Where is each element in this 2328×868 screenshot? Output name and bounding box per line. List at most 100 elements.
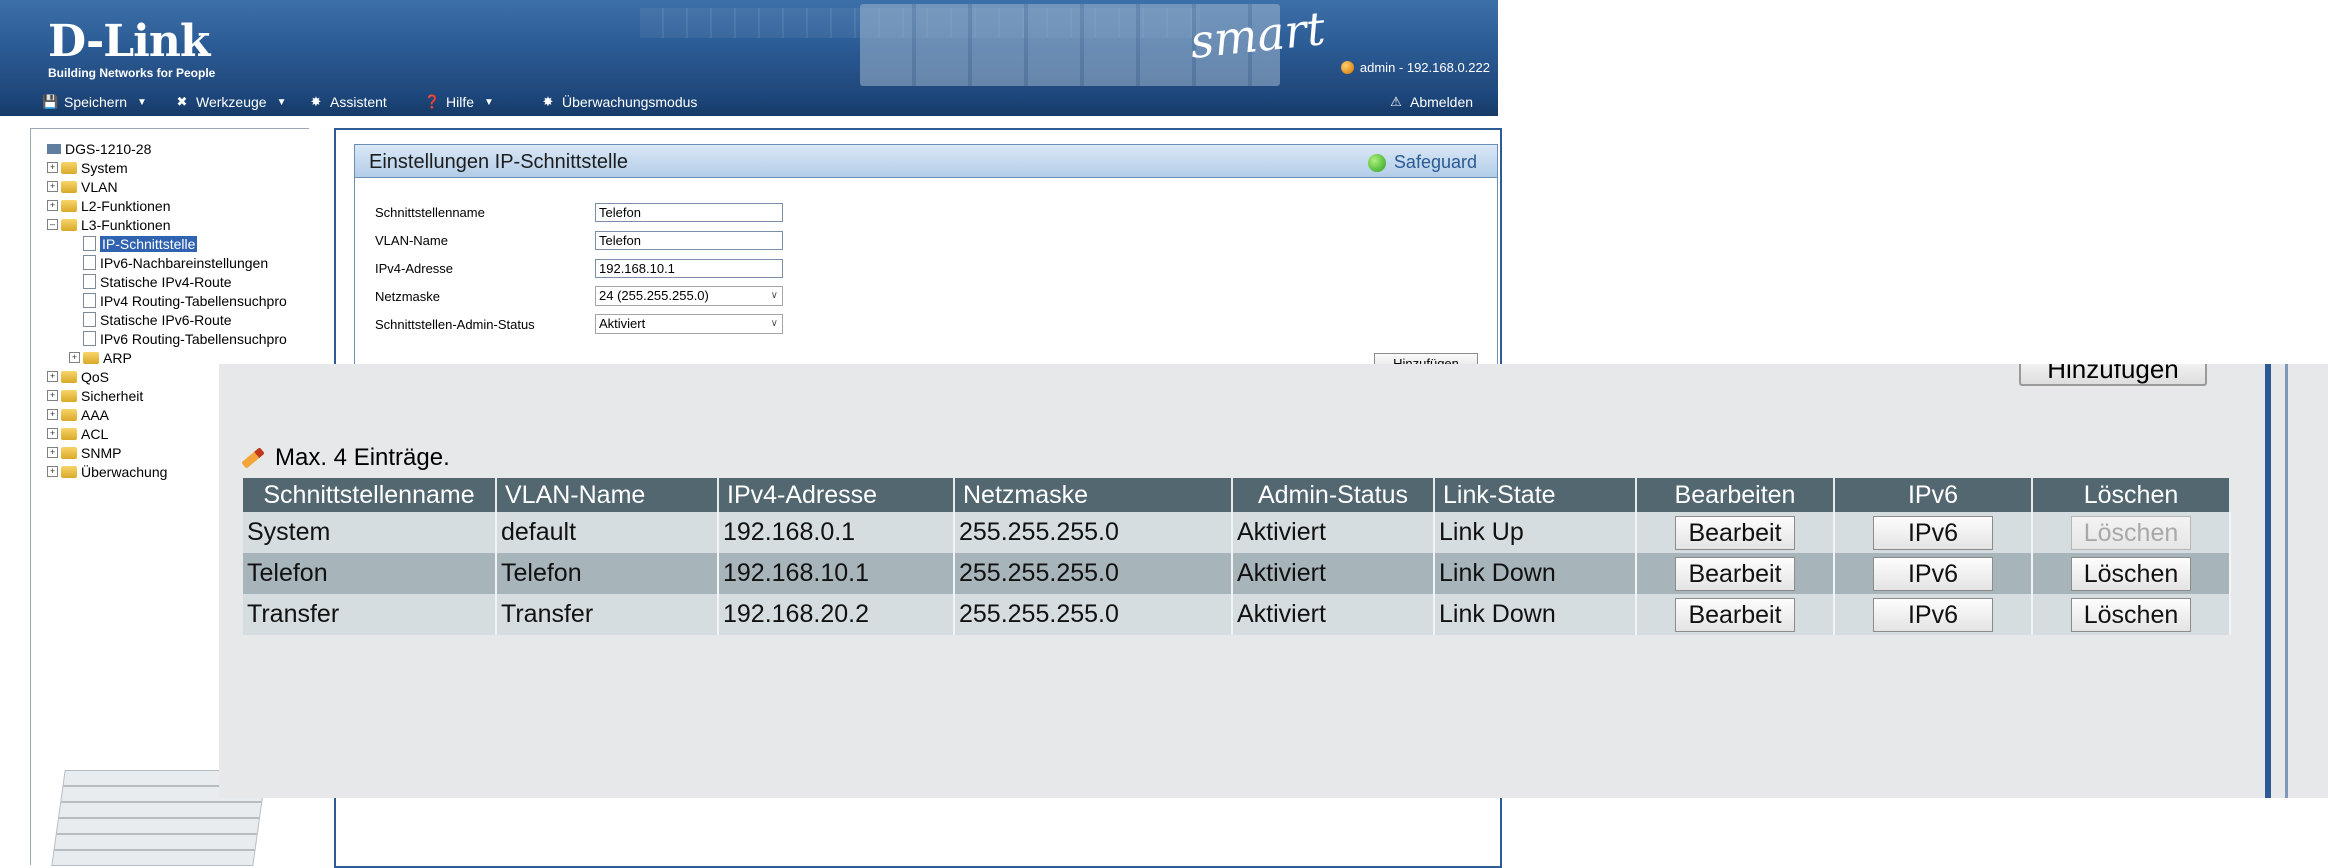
tree-item-aaa[interactable]: + AAA <box>47 405 109 424</box>
panel-header: Einstellungen IP-Schnittstelle Safeguard <box>355 145 1497 178</box>
col-header-ifname: Schnittstellenname <box>243 478 497 512</box>
chevron-down-icon: ▼ <box>137 96 147 108</box>
tree-item-vlan[interactable]: + VLAN <box>47 177 118 196</box>
col-header-delete: Löschen <box>2032 478 2231 512</box>
ipv6-button[interactable]: IPv6 <box>1873 597 1993 632</box>
netmask-select[interactable]: 24 (255.255.255.0) ∨ <box>595 286 783 306</box>
safeguard-label: Safeguard <box>1393 152 1477 172</box>
edit-button[interactable]: Bearbeit <box>1675 556 1795 591</box>
pencil-icon <box>241 447 265 469</box>
tree-item-snmp[interactable]: + SNMP <box>47 443 121 462</box>
folder-icon <box>61 161 77 174</box>
delete-button-disabled: Löschen <box>2071 515 2191 550</box>
tree-item-ipv6-neighbor[interactable]: IPv6-Nachbareinstellungen <box>81 253 268 272</box>
expand-plus-icon: + <box>47 447 58 458</box>
folder-icon <box>61 180 77 193</box>
col-header-edit: Bearbeiten <box>1636 478 1835 512</box>
admin-status-selected-value: Aktiviert <box>599 316 646 331</box>
tree-item-system[interactable]: + System <box>47 158 128 177</box>
field-row-ipv4: IPv4-Adresse <box>375 257 783 279</box>
delete-button[interactable]: Löschen <box>2071 597 2191 632</box>
cell-admin-status: Aktiviert <box>1232 512 1435 553</box>
edit-button[interactable]: Bearbeit <box>1675 597 1795 632</box>
chevron-down-icon: ▼ <box>276 96 287 108</box>
expand-plus-icon: + <box>47 428 58 439</box>
cell-ipv6: IPv6 <box>1834 553 2033 594</box>
tree-item-label: Statische IPv6-Route <box>100 311 232 328</box>
field-row-vlan: VLAN-Name <box>375 229 783 251</box>
admin-status-select[interactable]: Aktiviert ∨ <box>595 314 783 334</box>
ipv6-button[interactable]: IPv6 <box>1873 515 1993 550</box>
menu-logout[interactable]: ⚠ Abmelden <box>1388 94 1473 110</box>
max-entries-note: Max. 4 Einträge. <box>241 444 450 472</box>
menu-surveillance-mode[interactable]: ✸ Überwachungsmodus <box>540 94 698 110</box>
menu-save[interactable]: 💾 Speichern ▼ <box>42 94 147 110</box>
ipv4-address-input[interactable] <box>595 258 783 278</box>
tree-item-l2-functions[interactable]: + L2-Funktionen <box>47 196 171 215</box>
cell-edit: Bearbeit <box>1636 553 1835 594</box>
tree-root-label: DGS-1210-28 <box>65 140 152 157</box>
tree-item-ipv4-routing-lookup[interactable]: IPv4 Routing-Tabellensuchpro <box>81 291 287 310</box>
cell-ipv4: 192.168.10.1 <box>718 553 955 594</box>
cell-ifname: System <box>243 512 497 553</box>
tree-item-acl[interactable]: + ACL <box>47 424 108 443</box>
ifname-input[interactable] <box>595 202 783 222</box>
table-header-row: Schnittstellenname VLAN-Name IPv4-Adress… <box>243 478 2231 512</box>
tree-item-label: QoS <box>81 368 110 385</box>
add-button-zoomed[interactable]: Hinzufügen <box>2019 364 2207 386</box>
tree-item-label: L3-Funktionen <box>81 216 171 233</box>
tree-item-ip-interface[interactable]: IP-Schnittstelle <box>81 234 198 253</box>
tools-icon: ✖ <box>176 94 188 109</box>
safeguard-indicator: Safeguard <box>1367 152 1477 173</box>
page-icon <box>83 331 96 346</box>
tree-item-arp[interactable]: + ARP <box>69 348 132 367</box>
tree-root-device[interactable]: DGS-1210-28 <box>47 139 151 158</box>
col-header-ipv4: IPv4-Adresse <box>718 478 955 512</box>
safeguard-led-icon <box>1367 153 1386 172</box>
edit-button[interactable]: Bearbeit <box>1675 515 1795 550</box>
folder-icon <box>61 199 77 212</box>
menu-logout-label: Abmelden <box>1410 94 1474 110</box>
max-entries-text: Max. 4 Einträge. <box>275 444 450 471</box>
help-icon: ❓ <box>424 94 441 109</box>
cell-ipv4: 192.168.0.1 <box>718 512 955 553</box>
col-header-ipv6: IPv6 <box>1834 478 2033 512</box>
cell-link-state: Link Down <box>1434 553 1637 594</box>
menu-help[interactable]: ❓ Hilfe ▼ <box>424 94 494 110</box>
cell-ipv4: 192.168.20.2 <box>718 594 955 635</box>
menu-wizard-label: Assistent <box>330 94 387 110</box>
cell-delete: Löschen <box>2032 512 2231 553</box>
menu-tools[interactable]: ✖ Werkzeuge ▼ <box>174 94 287 110</box>
tree-item-label: ARP <box>103 349 132 366</box>
cell-link-state: Link Up <box>1434 512 1637 553</box>
ipv6-button[interactable]: IPv6 <box>1873 556 1993 591</box>
tree-item-static-ipv4-route[interactable]: Statische IPv4-Route <box>81 272 232 291</box>
tree-item-static-ipv6-route[interactable]: Statische IPv6-Route <box>81 310 232 329</box>
delete-button[interactable]: Löschen <box>2071 556 2191 591</box>
menu-tools-label: Werkzeuge <box>196 94 267 110</box>
cell-vlan: Transfer <box>496 594 719 635</box>
ipv4-address-label: IPv4-Adresse <box>375 260 454 276</box>
tree-item-label: IPv6-Nachbareinstellungen <box>100 254 269 271</box>
menu-save-label: Speichern <box>64 94 128 110</box>
folder-icon <box>61 389 77 402</box>
tree-item-ipv6-routing-lookup[interactable]: IPv6 Routing-Tabellensuchpro <box>81 329 287 348</box>
cell-edit: Bearbeit <box>1636 512 1835 553</box>
menu-wizard[interactable]: ✸ Assistent <box>308 94 387 110</box>
tree-item-security[interactable]: + Sicherheit <box>47 386 143 405</box>
folder-icon <box>83 351 99 364</box>
tree-item-monitoring[interactable]: + Überwachung <box>47 462 167 481</box>
vlan-name-input[interactable] <box>595 230 783 250</box>
folder-icon <box>61 465 77 478</box>
tree-item-label: IPv6 Routing-Tabellensuchpro <box>100 330 287 347</box>
logout-icon: ⚠ <box>1390 94 1402 109</box>
tree-item-l3-functions[interactable]: – L3-Funktionen <box>47 215 171 234</box>
page-icon <box>83 293 96 308</box>
menu-bar: 💾 Speichern ▼ ✖ Werkzeuge ▼ ✸ Assistent … <box>0 90 1498 116</box>
expand-plus-icon: + <box>47 390 58 401</box>
frame-border <box>2285 364 2288 798</box>
cell-netmask: 255.255.255.0 <box>954 553 1233 594</box>
tree-item-qos[interactable]: + QoS <box>47 367 109 386</box>
tree-item-label: AAA <box>81 406 110 423</box>
tree-item-label: IP-Schnittstelle <box>100 235 198 252</box>
